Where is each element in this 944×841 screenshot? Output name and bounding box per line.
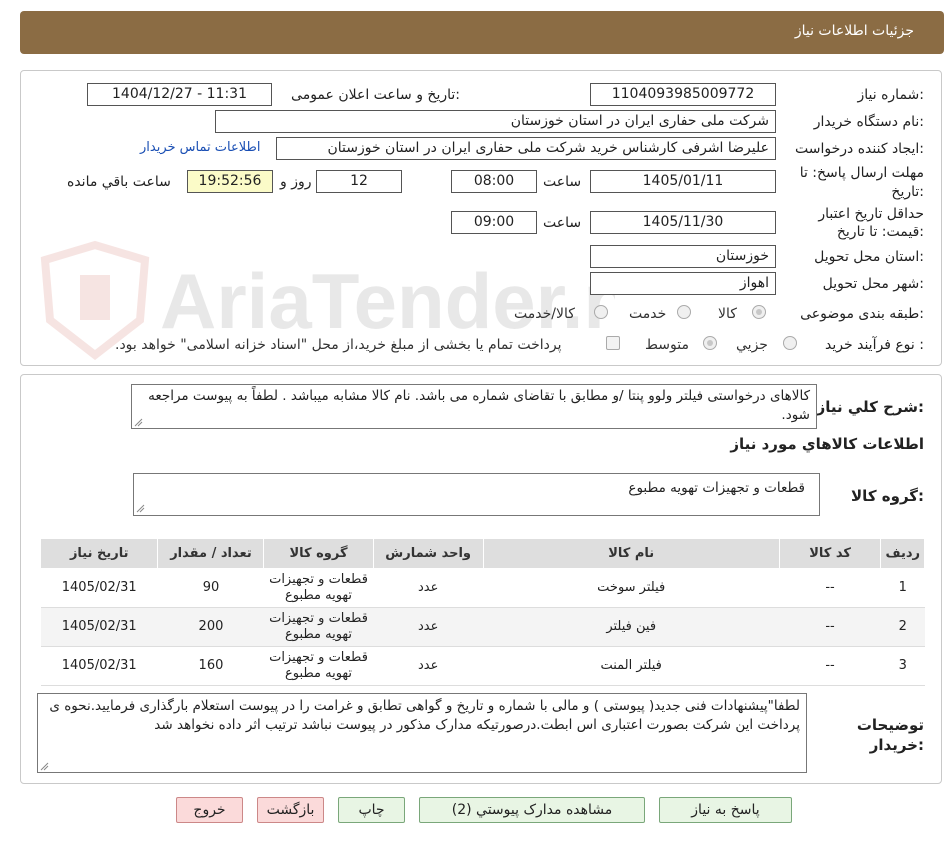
treasury-note: پرداخت تمام یا بخشی از مبلغ خرید،از محل …	[115, 337, 562, 353]
category-option-service: خدمت	[629, 306, 667, 322]
need-number-field[interactable]: 1104093985009772	[590, 83, 776, 106]
deadline-time-field[interactable]: 08:00	[451, 170, 537, 193]
validity-label-line2: قیمت: تا تاریخ:	[836, 224, 924, 240]
category-radio-service[interactable]	[677, 305, 691, 319]
table-row: 3 -- فیلتر المنت عدد قطعات و تجهیزات تهو…	[40, 646, 925, 686]
view-attachments-button[interactable]: مشاهده مدارک پیوستي (2)	[419, 797, 645, 823]
announce-field[interactable]: 1404/12/27 - 11:31	[87, 83, 272, 106]
cell-qty: 90	[157, 568, 264, 608]
buyer-org-label: نام دستگاه خریدار:	[813, 114, 924, 130]
contact-buyer-link[interactable]: اطلاعات تماس خریدار	[140, 140, 260, 155]
cell-group: قطعات و تجهیزات تهویه مطبوع	[263, 607, 374, 647]
remaining-label: ساعت باقي مانده	[67, 174, 171, 190]
buyer-notes-textarea[interactable]: لطفا"پیشنهادات فنی جدید( پیوستی ) و مالی…	[37, 693, 807, 773]
table-row: 1 -- فیلتر سوخت عدد قطعات و تجهیزات تهوی…	[40, 568, 925, 608]
validity-label: حداقل تاريخ اعتبار	[818, 206, 924, 222]
goods-group-label: گروه کالا:	[851, 487, 924, 505]
cell-group: قطعات و تجهیزات تهویه مطبوع	[263, 568, 374, 608]
need-number-label: شماره نیاز:	[857, 87, 924, 103]
treasury-checkbox[interactable]	[606, 336, 620, 350]
cell-date: 1405/02/31	[40, 646, 158, 686]
category-radio-both[interactable]	[594, 305, 608, 319]
cell-unit: عدد	[373, 646, 484, 686]
days-label: روز و	[280, 174, 312, 190]
cell-row: 3	[880, 646, 925, 686]
city-field[interactable]: اهواز	[590, 272, 776, 295]
cell-name: فیلتر سوخت	[483, 568, 780, 608]
col-group: گروه کالا	[263, 538, 374, 569]
cell-qty: 200	[157, 607, 264, 647]
exit-button[interactable]: خروج	[176, 797, 243, 823]
goods-group-textarea[interactable]: قطعات و تجهیزات تهویه مطبوع	[133, 473, 820, 516]
col-row: رديف	[880, 538, 925, 569]
city-label: شهر محل تحویل:	[822, 276, 924, 292]
cell-qty: 160	[157, 646, 264, 686]
deadline-time-label: ساعت	[543, 174, 582, 190]
col-name: نام کالا	[482, 538, 780, 569]
province-field[interactable]: خوزستان	[590, 245, 776, 268]
process-option-medium: متوسط	[645, 337, 689, 353]
items-table: رديف کد کالا نام کالا واحد شمارش گروه کا…	[39, 538, 925, 686]
cell-unit: عدد	[373, 607, 484, 647]
resize-handle-icon[interactable]	[134, 418, 143, 427]
deadline-date-field[interactable]: 1405/01/11	[590, 170, 776, 193]
validity-time-field[interactable]: 09:00	[451, 211, 537, 234]
buyer-notes-label: توضيحات	[856, 716, 924, 734]
cell-code: --	[779, 568, 881, 608]
cell-name: فیلتر المنت	[483, 646, 780, 686]
goods-info-title: اطلاعات کالاهاي مورد نياز	[730, 435, 924, 453]
buyer-org-field[interactable]: شرکت ملی حفاری ایران در استان خوزستان	[215, 110, 776, 133]
cell-name: فین فیلتر	[483, 607, 780, 647]
back-button[interactable]: بازگشت	[257, 797, 324, 823]
category-option-both: کالا/خدمت	[514, 306, 575, 322]
page-header: جزئیات اطلاعات نیاز	[20, 11, 944, 54]
col-unit: واحد شمارش	[372, 538, 484, 569]
category-label: طبقه بندی موضوعی:	[800, 306, 924, 322]
creator-field[interactable]: علیرضا اشرفی کارشناس خرید شرکت ملی حفاری…	[276, 137, 776, 160]
cell-code: --	[779, 607, 881, 647]
cell-row: 2	[880, 607, 925, 647]
print-button[interactable]: چاپ	[338, 797, 405, 823]
validity-date-field[interactable]: 1405/11/30	[590, 211, 776, 234]
cell-code: --	[779, 646, 881, 686]
items-table-wrapper: رديف کد کالا نام کالا واحد شمارش گروه کا…	[39, 538, 925, 686]
col-code: کد کالا	[778, 538, 882, 569]
table-row: 2 -- فین فیلتر عدد قطعات و تجهیزات تهویه…	[40, 607, 925, 647]
col-date: تاريخ نياز	[39, 538, 159, 569]
cell-row: 1	[880, 568, 925, 608]
validity-time-label: ساعت	[543, 215, 582, 231]
process-radio-medium[interactable]	[703, 336, 717, 350]
category-radio-goods[interactable]	[752, 305, 766, 319]
days-field[interactable]: 12	[316, 170, 402, 193]
category-option-goods: کالا	[718, 306, 737, 322]
announce-label: تاریخ و ساعت اعلان عمومی:	[291, 87, 460, 103]
summary-label: شرح کلي نياز:	[816, 398, 924, 416]
reply-button[interactable]: پاسخ به نیاز	[659, 797, 792, 823]
deadline-label-line2: تاریخ:	[891, 184, 924, 200]
cell-unit: عدد	[373, 568, 484, 608]
deadline-label: مهلت ارسال پاسخ: تا	[799, 165, 924, 181]
resize-handle-icon[interactable]	[40, 762, 49, 771]
cell-date: 1405/02/31	[40, 607, 158, 647]
creator-label: ایجاد کننده درخواست:	[795, 141, 924, 157]
remaining-time-field: 19:52:56	[187, 170, 273, 193]
table-header-row: رديف کد کالا نام کالا واحد شمارش گروه کا…	[39, 538, 925, 569]
buyer-notes-label-line2: خريدار:	[869, 736, 924, 754]
process-option-minor: جزیي	[736, 337, 768, 353]
resize-handle-icon[interactable]	[136, 504, 145, 513]
col-qty: تعداد / مقدار	[157, 538, 265, 569]
process-label: نوع فرآیند خرید :	[825, 337, 924, 353]
process-radio-minor[interactable]	[783, 336, 797, 350]
province-label: استان محل تحویل:	[814, 249, 924, 265]
summary-textarea[interactable]: کالاهای درخواستی فیلتر ولوو پنتا /و مطاب…	[131, 384, 817, 429]
page-title: جزئیات اطلاعات نیاز	[794, 23, 914, 39]
cell-group: قطعات و تجهیزات تهویه مطبوع	[263, 646, 374, 686]
cell-date: 1405/02/31	[40, 568, 158, 608]
